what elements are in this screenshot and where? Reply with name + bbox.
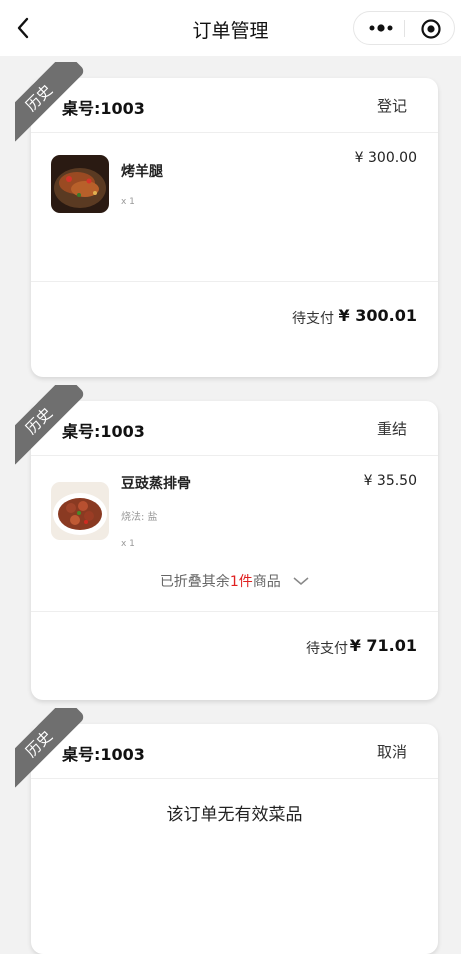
order-card: 历史 桌号:1003 登记 烤羊腿 ¥ 300.00 x 1 待支付 ¥ 300…	[15, 62, 438, 377]
order-total: ¥ 71.01	[349, 636, 417, 655]
capsule-divider	[404, 20, 405, 37]
mini-program-capsule	[353, 11, 455, 45]
dish-cooking-method: 烧法: 盐	[121, 512, 158, 523]
order-summary: 待支付 ¥ 71.01	[31, 611, 438, 700]
empty-order-message: 该订单无有效菜品	[166, 805, 303, 825]
fold-prefix: 已折叠其余	[159, 574, 230, 590]
dish-image	[51, 482, 109, 540]
payment-status: 待支付	[292, 311, 334, 327]
order-item: 豆豉蒸排骨 ¥ 35.50 烧法: 盐 x 1	[31, 456, 438, 571]
cancel-button[interactable]: 取消	[377, 741, 407, 762]
more-icon[interactable]	[366, 20, 396, 36]
dish-price: ¥ 35.50	[363, 473, 417, 489]
order-total: ¥ 300.01	[338, 306, 417, 325]
table-number: 桌号:1003	[62, 422, 145, 441]
folded-items-toggle[interactable]: 已折叠其余1件商品	[31, 571, 438, 611]
order-card: 历史 桌号:1003 取消 该订单无有效菜品	[15, 708, 438, 954]
dish-name: 豆豉蒸排骨	[121, 476, 191, 492]
resettle-button[interactable]: 重结	[377, 418, 407, 439]
table-number: 桌号:1003	[62, 745, 145, 764]
order-item: 烤羊腿 ¥ 300.00 x 1	[31, 133, 438, 281]
target-icon[interactable]	[420, 18, 442, 40]
order-header: 桌号:1003 重结	[31, 401, 438, 456]
navbar: 订单管理	[0, 0, 461, 56]
order-header: 桌号:1003 取消	[31, 724, 438, 779]
dish-price: ¥ 300.00	[354, 150, 417, 166]
chevron-down-icon	[293, 574, 309, 590]
order-card: 历史 桌号:1003 重结 豆豉蒸排骨 ¥ 35.50 烧法: 盐 x 1 已折…	[15, 385, 438, 700]
order-summary: 待支付 ¥ 300.01	[31, 281, 438, 360]
register-button[interactable]: 登记	[377, 95, 407, 116]
dish-name: 烤羊腿	[121, 164, 163, 180]
table-number: 桌号:1003	[62, 99, 145, 118]
order-header: 桌号:1003 登记	[31, 78, 438, 133]
payment-status: 待支付	[306, 641, 348, 657]
fold-count: 1件	[229, 574, 253, 590]
dish-quantity: x 1	[121, 539, 135, 549]
fold-suffix: 商品	[252, 574, 281, 590]
dish-quantity: x 1	[121, 197, 135, 207]
dish-image	[51, 155, 109, 213]
